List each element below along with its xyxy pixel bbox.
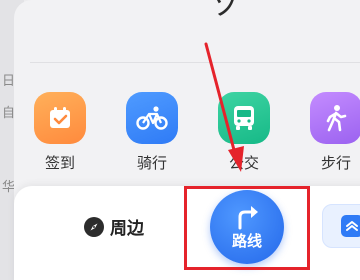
- shortcut-label: 步行: [320, 154, 351, 172]
- nearby-label: 周边: [110, 219, 144, 239]
- shortcut-sign-in[interactable]: 签到: [32, 92, 88, 173]
- annotation-highlight-box: [184, 186, 310, 270]
- bus-icon: [218, 92, 270, 144]
- shortcut-walking[interactable]: 步行: [308, 92, 360, 173]
- divider: [30, 62, 360, 63]
- header-partial-text: ソ: [210, 0, 240, 23]
- compass-icon: [84, 216, 104, 237]
- walking-icon: [310, 92, 360, 144]
- nearby-button[interactable]: 周边: [84, 214, 144, 239]
- shortcut-bus[interactable]: 公交: [216, 92, 272, 173]
- shortcut-label: 骑行: [136, 154, 167, 172]
- shortcut-label: 签到: [44, 154, 75, 172]
- more-button[interactable]: [322, 204, 360, 248]
- bicycle-icon: [126, 92, 178, 144]
- calendar-check-icon: [34, 92, 86, 144]
- chevron-up-icon: [341, 215, 360, 237]
- shortcut-label: 公交: [228, 154, 259, 172]
- shortcut-cycling[interactable]: 骑行: [124, 92, 180, 173]
